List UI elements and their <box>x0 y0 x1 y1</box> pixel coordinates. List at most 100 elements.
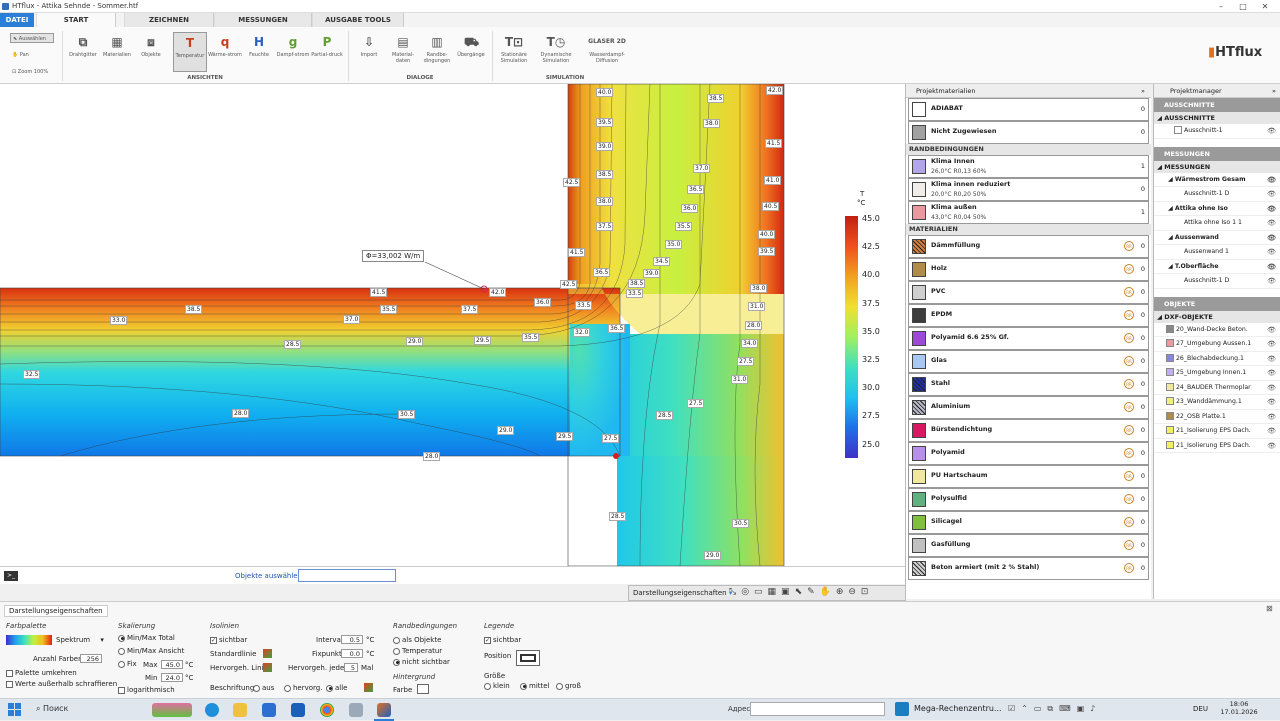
dynamic-sim-button[interactable]: T◷ Dynamische Simulation <box>539 35 573 64</box>
eye-icon[interactable]: 👁 <box>1267 352 1276 366</box>
eye-icon[interactable]: 👁 <box>1267 424 1276 438</box>
pj-sub-ausschnitte[interactable]: ◢ AUSSCHNITTE <box>1154 112 1280 124</box>
messung-item[interactable]: ◢ Attika ohne Iso 👁 <box>1154 202 1280 216</box>
tab-start[interactable]: START <box>36 13 116 27</box>
material-row[interactable]: Klima Innen 26,0°C R0,13 60% 1 <box>908 155 1149 178</box>
collapse-icon[interactable]: » <box>1272 84 1276 98</box>
glaser-button[interactable]: GLASER 2D Wasserdampf-Diffusion <box>583 35 631 64</box>
size-small-radio[interactable]: klein <box>484 682 510 690</box>
rb-as-objects-radio[interactable]: als Objekte <box>393 636 441 644</box>
material-row[interactable]: ADIABAT 0 <box>908 98 1149 121</box>
eye-icon[interactable]: 👁 <box>1267 202 1276 216</box>
pj-section-objekte[interactable]: OBJEKTE <box>1154 296 1280 311</box>
minimize-button[interactable]: – <box>1210 1 1232 12</box>
eye-icon[interactable]: 👁 <box>1267 187 1276 201</box>
palette-reverse-checkbox[interactable]: Palette umkehren <box>6 669 77 677</box>
scale-fix-radio[interactable]: Fix <box>118 660 137 668</box>
material-row[interactable]: Polysulfid RR 0 <box>908 488 1149 511</box>
tray-icons[interactable]: ☑⌃▭⧉⌨▣♪ <box>1008 704 1101 714</box>
messung-child-item[interactable]: Ausschnitt-1 D 👁 <box>1154 274 1280 289</box>
min-input[interactable]: 24.0 <box>161 673 183 682</box>
partialpressure-button[interactable]: P Partial-druck <box>310 35 344 58</box>
dxf-object-item[interactable]: 20_Wand-Decke Beton. 👁 <box>1154 323 1280 337</box>
dxf-object-item[interactable]: 22_OSB Platte.1 👁 <box>1154 410 1280 424</box>
coin-icon[interactable]: RR <box>1124 471 1134 481</box>
import-button[interactable]: ⇩ Import <box>352 35 386 58</box>
iso-visible-checkbox[interactable]: ✓ sichtbar <box>210 636 247 644</box>
close-button[interactable]: ✕ <box>1254 1 1276 12</box>
pan-tool-button[interactable]: ✋ Pan <box>10 50 54 60</box>
rb-hidden-radio[interactable]: nicht sichtbar <box>393 658 450 666</box>
label-off-radio[interactable]: aus <box>253 684 274 692</box>
tab-datei[interactable]: DATEI <box>0 13 34 27</box>
coin-icon[interactable]: RR <box>1124 310 1134 320</box>
eye-icon[interactable]: 👁 <box>1267 366 1276 380</box>
material-row[interactable]: Dämmfüllung RR 0 <box>908 235 1149 258</box>
taskbar-clock[interactable]: 18:06 17.01.2026 <box>1219 700 1259 716</box>
scale-minmax-view-radio[interactable]: Min/Max Ansicht <box>118 647 184 655</box>
material-row[interactable]: Polyamid 6.6 25% Gf. RR 0 <box>908 327 1149 350</box>
dxf-object-item[interactable]: 27_Umgebung Aussen.1 👁 <box>1154 337 1280 352</box>
material-row[interactable]: Klima außen 43,0°C R0,04 50% 1 <box>908 201 1149 224</box>
material-row[interactable]: EPDM RR 0 <box>908 304 1149 327</box>
tab-messungen[interactable]: MESSUNGEN <box>214 13 312 27</box>
edge-icon[interactable] <box>205 703 219 717</box>
material-row[interactable]: Beton armiert (mit 2 % Stahl) RR 0 <box>908 557 1149 580</box>
tab-display-properties[interactable]: Darstellungseigenschaften <box>4 605 108 617</box>
coin-icon[interactable]: RR <box>1124 264 1134 274</box>
dxf-object-item[interactable]: 26_Blechabdeckung.1 👁 <box>1154 352 1280 366</box>
material-row[interactable]: Bürstendichtung RR 0 <box>908 419 1149 442</box>
dxf-object-item[interactable]: 21_Isolierung EPS Dach. 👁 <box>1154 424 1280 439</box>
materialdata-button[interactable]: ▤ Material-daten <box>386 35 420 64</box>
explorer-icon[interactable] <box>233 703 247 717</box>
rb-temperature-radio[interactable]: Temperatur <box>393 647 442 655</box>
notepad-icon[interactable] <box>349 703 363 717</box>
legend-position-picker[interactable] <box>516 650 540 666</box>
material-row[interactable]: PU Hartschaum RR 0 <box>908 465 1149 488</box>
store-icon[interactable] <box>262 703 276 717</box>
eye-icon[interactable]: 👁 <box>1267 245 1276 259</box>
ausschnitt-item[interactable]: Ausschnitt-1 👁 <box>1154 124 1280 139</box>
close-panel-icon[interactable]: ⊠ <box>1266 604 1273 613</box>
coin-icon[interactable]: RR <box>1124 287 1134 297</box>
taskbar-language[interactable]: DEU <box>1193 705 1208 713</box>
messung-child-item[interactable]: Ausschnitt-1 D 👁 <box>1154 187 1280 202</box>
size-medium-radio[interactable]: mittel <box>520 682 550 690</box>
wireframe-button[interactable]: ⧉ Drahtgitter <box>66 35 100 58</box>
transitions-button[interactable]: ⛟ Übergänge <box>454 35 488 58</box>
coin-icon[interactable]: RR <box>1124 540 1134 550</box>
eye-icon[interactable]: 👁 <box>1267 410 1276 424</box>
taskbar-app-label[interactable]: Mega-Rechenzentru... <box>914 704 1002 713</box>
vaporflow-button[interactable]: g Dampf-strom <box>276 35 310 58</box>
fixpunkt-input[interactable]: 0.0 <box>341 649 363 658</box>
heat-flux-label[interactable]: Φ=33,002 W/m <box>362 250 425 262</box>
select-tool-button[interactable]: ⬉ Auswählen <box>10 33 54 43</box>
interval-input[interactable]: 0.5 <box>341 635 363 644</box>
flowers-widget-icon[interactable] <box>152 703 192 717</box>
pj-section-messungen[interactable]: MESSUNGEN <box>1154 146 1280 161</box>
background-color-swatch[interactable] <box>417 684 429 694</box>
coin-icon[interactable]: RR <box>1124 356 1134 366</box>
eye-icon[interactable]: 👁 <box>1267 173 1276 187</box>
dxf-object-item[interactable]: 23_Wanddämmung.1 👁 <box>1154 395 1280 410</box>
htflux-taskbar-icon[interactable] <box>377 703 391 717</box>
hatch-outside-checkbox[interactable]: Werte außerhalb schraffieren <box>6 680 117 688</box>
coin-icon[interactable]: RR <box>1124 241 1134 251</box>
materials-button[interactable]: ▦ Materialien <box>100 35 134 58</box>
eye-icon[interactable]: 👁 <box>1267 337 1276 351</box>
eye-icon[interactable]: 👁 <box>1267 439 1276 453</box>
pj-section-ausschnitte[interactable]: AUSSCHNITTE <box>1154 98 1280 112</box>
zoom-100-button[interactable]: ⊡ Zoom 100% <box>10 67 58 77</box>
heatflow-button[interactable]: q Wärme-strom <box>208 35 242 58</box>
collapse-icon[interactable]: » <box>1141 84 1145 98</box>
app-taskbar-icon[interactable] <box>895 702 909 716</box>
coin-icon[interactable]: RR <box>1124 448 1134 458</box>
mail-icon[interactable] <box>291 703 305 717</box>
chrome-icon[interactable] <box>320 703 334 717</box>
coin-icon[interactable]: RR <box>1124 563 1134 573</box>
maximize-button[interactable]: □ <box>1232 1 1254 12</box>
pj-sub-dxf[interactable]: ◢ DXF-OBJEKTE <box>1154 310 1280 323</box>
objects-button[interactable]: ⧈ Objekte <box>134 35 168 58</box>
material-row[interactable]: PVC RR 0 <box>908 281 1149 304</box>
dxf-object-item[interactable]: 21_Isolierung EPS Dach. 👁 <box>1154 439 1280 453</box>
